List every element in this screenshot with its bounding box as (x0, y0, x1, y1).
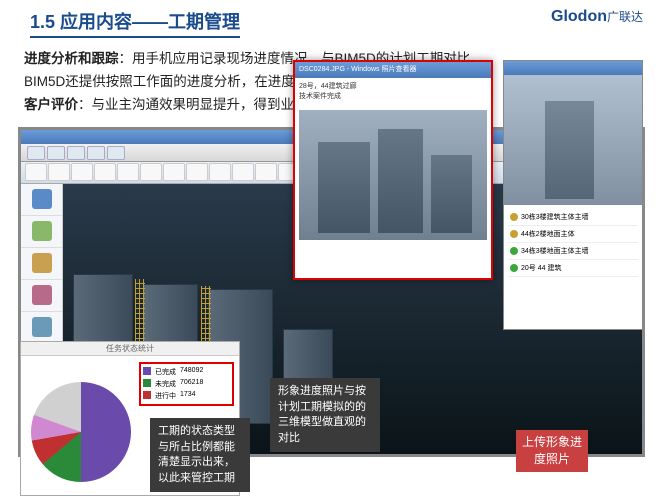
logo: Glodon广联达 (551, 8, 643, 26)
status-dot-icon (510, 230, 518, 238)
sidebar-item[interactable] (21, 312, 62, 344)
ribbon-btn[interactable] (209, 163, 231, 181)
status-dot-icon (510, 247, 518, 255)
sidebar-item[interactable] (21, 184, 62, 216)
callout-upload: 上传形象进度照片 (516, 430, 588, 472)
toolbar-btn[interactable] (47, 146, 65, 160)
chart-legend: 已完成748092 未完成706218 进行中1734 (139, 362, 234, 406)
toolbar-btn[interactable] (87, 146, 105, 160)
task-item[interactable]: 44栋2楼地面主体 (508, 226, 638, 243)
toolbar-btn[interactable] (67, 146, 85, 160)
status-dot-icon (510, 213, 518, 221)
ribbon-btn[interactable] (255, 163, 277, 181)
ribbon-btn[interactable] (186, 163, 208, 181)
task-item[interactable]: 20号 44 建筑 (508, 260, 638, 277)
chart-title: 任务状态统计 (21, 342, 239, 356)
toolbar-btn[interactable] (27, 146, 45, 160)
ribbon-btn[interactable] (163, 163, 185, 181)
photo-viewer-window: DSC0284.JPG - Windows 照片查看器 28号，44建筑过廊 技… (293, 60, 493, 280)
site-photo (504, 75, 642, 205)
status-dot-icon (510, 264, 518, 272)
toolbar-btn[interactable] (107, 146, 125, 160)
pie-chart (31, 382, 131, 482)
ribbon-btn[interactable] (94, 163, 116, 181)
sidebar-item[interactable] (21, 280, 62, 312)
task-item[interactable]: 34栋3楼地面主体主墙 (508, 243, 638, 260)
sidebar-item[interactable] (21, 216, 62, 248)
ribbon-btn[interactable] (25, 163, 47, 181)
ribbon-btn[interactable] (232, 163, 254, 181)
photo-preview (299, 110, 487, 240)
task-item[interactable]: 30栋3楼建筑主体主墙 (508, 209, 638, 226)
slide-title: 1.5 应用内容——工期管理 (30, 8, 240, 38)
callout-compare: 形象进度照片与按计划工期模拟的的三维模型做直观的对比 (270, 378, 380, 452)
callout-chart: 工期的状态类型与所占比例都能清楚显示出来，以此来管控工期 (150, 418, 250, 492)
ribbon-btn[interactable] (140, 163, 162, 181)
task-panel: 30栋3楼建筑主体主墙 44栋2楼地面主体 34栋3楼地面主体主墙 20号 44… (503, 60, 643, 330)
ribbon-btn[interactable] (117, 163, 139, 181)
photo-viewer-title: DSC0284.JPG - Windows 照片查看器 (295, 62, 491, 78)
sidebar-item[interactable] (21, 248, 62, 280)
ribbon-btn[interactable] (48, 163, 70, 181)
ribbon-btn[interactable] (71, 163, 93, 181)
